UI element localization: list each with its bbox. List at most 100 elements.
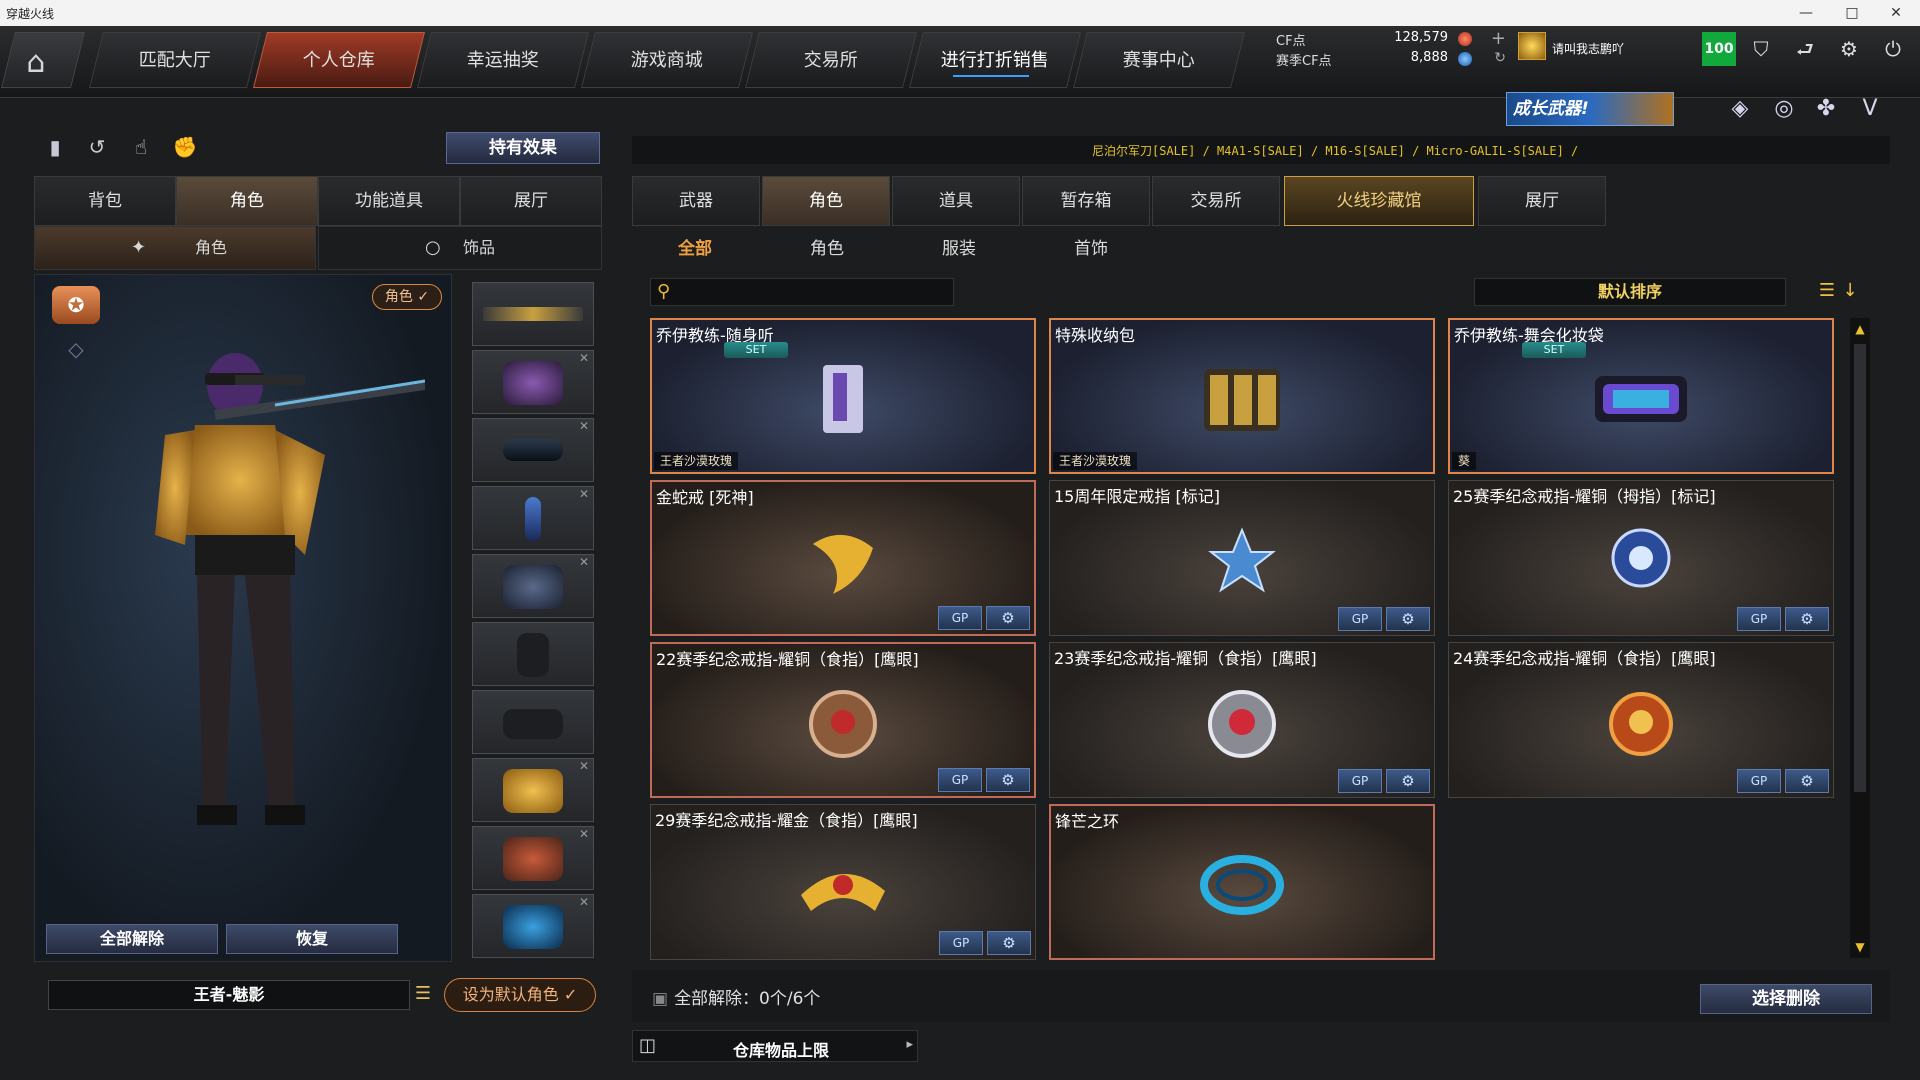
checkbox-icon[interactable]: ▣ <box>652 989 668 1009</box>
left-tab-character[interactable]: 角色 <box>176 176 318 226</box>
list-view-icon[interactable]: ☰ <box>1816 278 1838 306</box>
slot-ring-blue[interactable]: ✕ <box>472 894 594 958</box>
select-delete-button[interactable]: 选择删除 <box>1700 984 1872 1014</box>
remove-slot-icon[interactable]: ✕ <box>579 487 589 501</box>
item-card[interactable]: 23赛季纪念戒指-耀铜（食指）[鹰眼] GP ⚙ <box>1049 642 1435 798</box>
item-card[interactable]: 24赛季纪念戒指-耀铜（食指）[鹰眼] GP ⚙ <box>1448 642 1834 798</box>
maximize-button[interactable]: □ <box>1832 2 1872 24</box>
slot-ring-eagle[interactable]: ✕ <box>472 826 594 890</box>
item-settings-icon[interactable]: ⚙ <box>1386 607 1430 631</box>
item-card[interactable]: 29赛季纪念戒指-耀金（食指）[鹰眼] GP ⚙ <box>650 804 1036 960</box>
remove-slot-icon[interactable]: ✕ <box>579 555 589 569</box>
scroll-down-icon[interactable]: ▼ <box>1850 936 1870 958</box>
item-card[interactable]: 金蛇戒 [死神] GP ⚙ <box>650 480 1036 636</box>
nav-tab-lucky-draw[interactable]: 幸运抽奖 <box>417 32 589 88</box>
remove-slot-icon[interactable]: ✕ <box>579 419 589 433</box>
gp-convert-button[interactable]: GP <box>1737 607 1781 631</box>
role-badge[interactable]: 角色 ✓ <box>372 284 442 310</box>
ranking-icon[interactable]: ▮ <box>40 132 70 162</box>
item-card[interactable]: 15周年限定戒指 [标记] GP ⚙ <box>1049 480 1435 636</box>
gp-convert-button[interactable]: GP <box>939 931 983 955</box>
item-settings-icon[interactable]: ⚙ <box>986 606 1030 630</box>
slot-ring-snake[interactable]: ✕ <box>472 758 594 822</box>
add-cf-icon[interactable]: + <box>1491 28 1506 49</box>
nav-tab-event-center[interactable]: 赛事中心 <box>1073 32 1245 88</box>
right-tab-showroom[interactable]: 展厅 <box>1478 176 1606 226</box>
release-all-button[interactable]: 全部解除 <box>46 924 218 954</box>
right-tab-storage-box[interactable]: 暂存箱 <box>1022 176 1150 226</box>
item-settings-icon[interactable]: ⚙ <box>1785 769 1829 793</box>
left-tab-functional-items[interactable]: 功能道具 <box>318 176 460 226</box>
nav-tab-game-mall[interactable]: 游戏商城 <box>581 32 753 88</box>
scroll-up-icon[interactable]: ▲ <box>1850 318 1870 340</box>
globe-icon[interactable]: ◎ <box>1766 92 1802 126</box>
close-button[interactable]: ✕ <box>1876 2 1916 24</box>
search-box[interactable]: ⚲ <box>650 278 954 306</box>
slot-pants-empty[interactable] <box>472 690 594 754</box>
left-tab-showroom[interactable]: 展厅 <box>460 176 602 226</box>
item-card[interactable]: 特殊收纳包 王者沙漠玫瑰 <box>1049 318 1435 474</box>
refresh-icon[interactable]: ↻ <box>1494 50 1506 66</box>
slot-body-empty[interactable] <box>472 622 594 686</box>
right-tab-collection-hall[interactable]: 火线珍藏馆 <box>1284 176 1474 226</box>
left-tab-backpack[interactable]: 背包 <box>34 176 176 226</box>
sort-direction-icon[interactable]: ↓ <box>1840 278 1860 306</box>
filter-all[interactable]: 全部 <box>650 234 740 262</box>
gp-convert-button[interactable]: GP <box>938 768 982 792</box>
slot-helmet[interactable]: ✕ <box>472 350 594 414</box>
item-card[interactable]: 25赛季纪念戒指-耀铜（拇指）[标记] GP ⚙ <box>1448 480 1834 636</box>
gp-convert-button[interactable]: GP <box>938 606 982 630</box>
subtab-accessories[interactable]: ○ 饰品 <box>318 226 602 270</box>
sort-dropdown[interactable]: 默认排序 <box>1474 278 1786 306</box>
nav-tab-personal-storage[interactable]: 个人仓库 <box>253 32 425 88</box>
remove-slot-icon[interactable]: ✕ <box>579 895 589 909</box>
mask-icon[interactable]: ◇ <box>52 332 100 366</box>
gp-convert-button[interactable]: GP <box>1737 769 1781 793</box>
nav-tab-discount-sale[interactable]: 进行打折销售 <box>909 32 1081 88</box>
exit-icon[interactable]: ⮐ <box>1788 32 1822 66</box>
growth-weapon-banner[interactable]: 成长武器! <box>1506 92 1674 126</box>
wolf-emblem-icon[interactable]: ✪ <box>52 286 100 324</box>
restore-button[interactable]: 恢复 <box>226 924 398 954</box>
release-all-counter[interactable]: ▣ 全部解除：0个/6个 <box>652 984 820 1009</box>
power-icon[interactable]: ⏻ <box>1876 32 1910 66</box>
item-settings-icon[interactable]: ⚙ <box>986 768 1030 792</box>
item-settings-icon[interactable]: ⚙ <box>1386 769 1430 793</box>
role-name-field[interactable]: 王者-魅影 <box>48 980 410 1010</box>
remove-slot-icon[interactable]: ✕ <box>579 759 589 773</box>
right-tab-items[interactable]: 道具 <box>892 176 1020 226</box>
right-tab-weapons[interactable]: 武器 <box>632 176 760 226</box>
grab-icon[interactable]: ✊ <box>170 132 200 162</box>
subtab-character[interactable]: ✦ 角色 <box>34 226 316 270</box>
hand-icon[interactable]: ☝ <box>126 132 156 162</box>
item-card[interactable]: 22赛季纪念戒指-耀铜（食指）[鹰眼] GP ⚙ <box>650 642 1036 798</box>
filter-clothing[interactable]: 服装 <box>914 234 1004 262</box>
clover-icon[interactable]: ✤ <box>1808 92 1844 126</box>
item-card[interactable]: 锋芒之环 <box>1049 804 1435 960</box>
minimize-button[interactable]: — <box>1786 2 1826 24</box>
gp-convert-button[interactable]: GP <box>1338 769 1382 793</box>
badge-icon[interactable]: ◈ <box>1722 92 1758 126</box>
item-card[interactable]: 乔伊教练-舞会化妆袋 SET 葵 <box>1448 318 1834 474</box>
slot-weapon[interactable] <box>472 282 594 346</box>
gp-convert-button[interactable]: GP <box>1338 607 1382 631</box>
item-settings-icon[interactable]: ⚙ <box>1785 607 1829 631</box>
slot-glasses[interactable]: ✕ <box>472 418 594 482</box>
remove-slot-icon[interactable]: ✕ <box>579 827 589 841</box>
slot-earpiece[interactable]: ✕ <box>472 486 594 550</box>
item-card[interactable]: 乔伊教练-随身听 SET 王者沙漠玫瑰 <box>650 318 1036 474</box>
remove-slot-icon[interactable]: ✕ <box>579 351 589 365</box>
sale-ticker[interactable]: 尼泊尔军刀[SALE] / M4A1-S[SALE] / M16-S[SALE]… <box>632 136 1890 164</box>
scrollbar-thumb[interactable] <box>1854 344 1866 792</box>
nav-tab-exchange[interactable]: 交易所 <box>745 32 917 88</box>
history-icon[interactable]: ↺ <box>82 132 112 162</box>
home-button[interactable]: ⌂ <box>1 32 85 88</box>
filter-character[interactable]: 角色 <box>782 234 872 262</box>
set-default-role-button[interactable]: 设为默认角色 ✓ <box>444 978 596 1012</box>
item-settings-icon[interactable]: ⚙ <box>987 931 1031 955</box>
right-tab-character[interactable]: 角色 <box>762 176 890 226</box>
filter-jewelry[interactable]: 首饰 <box>1046 234 1136 262</box>
search-input[interactable] <box>683 281 949 303</box>
settings-gear-icon[interactable]: ⚙ <box>1832 32 1866 66</box>
storage-capacity-bar[interactable]: ◫ 仓库物品上限 ▸ <box>632 1030 918 1062</box>
